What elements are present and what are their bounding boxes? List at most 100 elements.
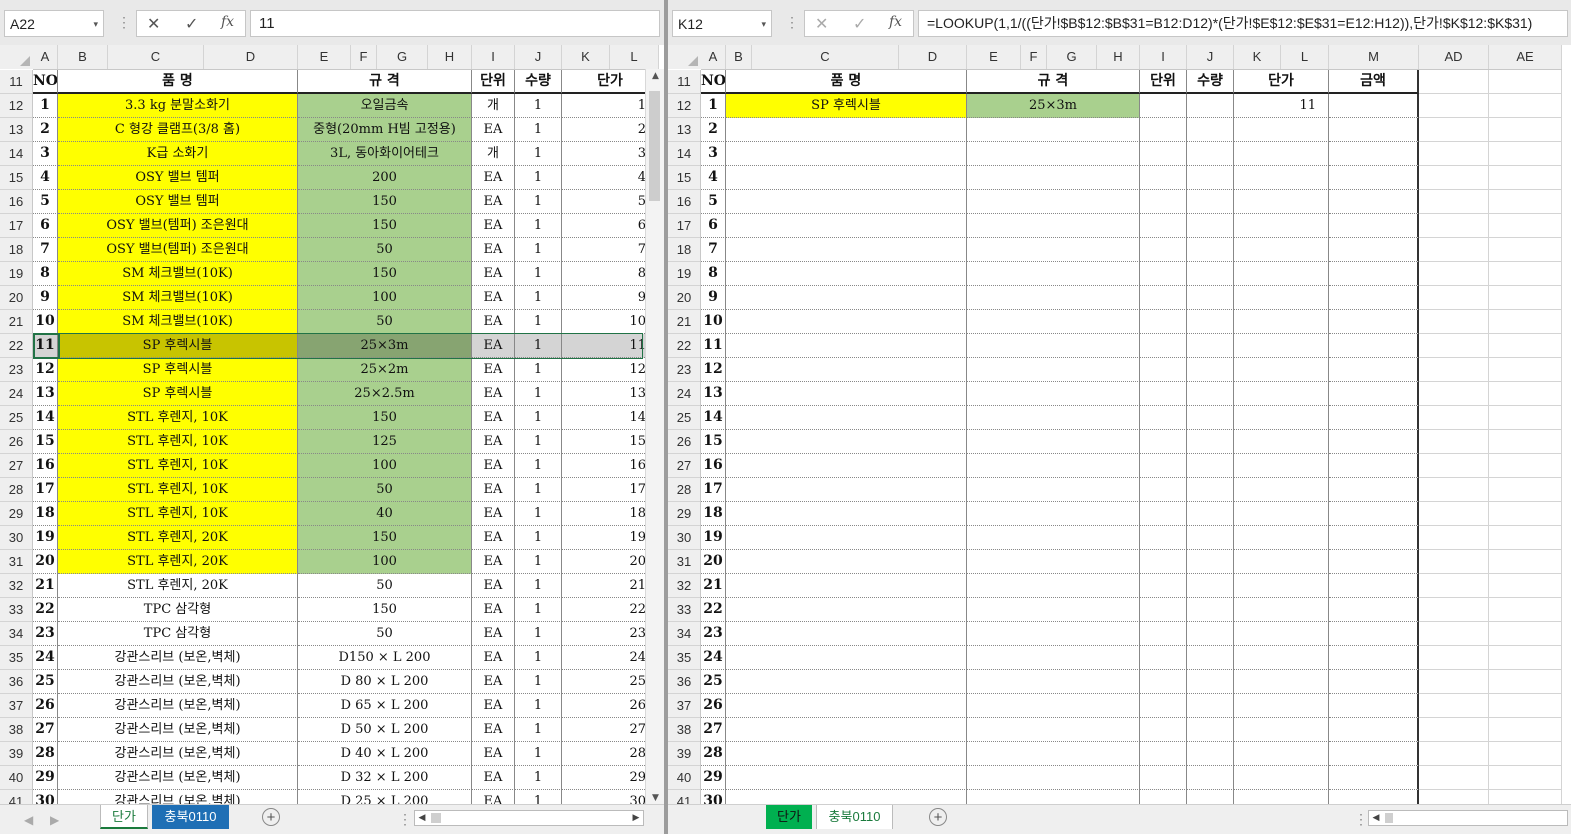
row-header[interactable]: 23 [668,358,701,382]
row-header[interactable]: 34 [668,622,701,646]
empty-cell[interactable] [1419,382,1489,406]
empty-cell[interactable] [1419,166,1489,190]
no-cell[interactable]: 2 [701,118,726,142]
unit-cell[interactable] [1140,718,1187,742]
empty-cell[interactable] [1419,622,1489,646]
qty-cell[interactable]: 1 [515,550,562,574]
name-cell[interactable]: STL 후렌지, 10K [58,478,298,502]
amount-cell[interactable] [1329,550,1419,574]
empty-cell[interactable] [1419,310,1489,334]
unit-cell[interactable]: 개 [472,142,515,166]
unit-cell[interactable]: EA [472,454,515,478]
price-cell[interactable] [1234,526,1329,550]
empty-cell[interactable] [1419,214,1489,238]
no-cell[interactable]: 16 [33,454,58,478]
price-cell[interactable] [1234,502,1329,526]
tab-next-icon[interactable]: ▶ [50,813,59,827]
empty-cell[interactable] [1489,574,1562,598]
price-cell[interactable] [1234,310,1329,334]
empty-cell[interactable] [1489,694,1562,718]
empty-cell[interactable] [1489,502,1562,526]
unit-cell[interactable]: EA [472,358,515,382]
name-cell[interactable]: SP 후렉시블 [58,334,298,358]
name-cell[interactable] [726,382,967,406]
unit-cell[interactable]: EA [472,550,515,574]
qty-cell[interactable]: 1 [515,670,562,694]
price-cell[interactable] [1234,382,1329,406]
price-cell[interactable] [1234,454,1329,478]
unit-cell[interactable]: EA [472,286,515,310]
spec-cell[interactable] [967,142,1140,166]
spec-cell[interactable]: 25×2.5m [298,382,472,406]
name-cell[interactable] [726,358,967,382]
no-cell[interactable]: 14 [701,406,726,430]
column-header[interactable]: I [1140,45,1187,69]
spec-cell[interactable]: 규 격 [298,70,472,94]
qty-cell[interactable] [1187,622,1234,646]
name-cell[interactable]: 3.3 kg 분말소화기 [58,94,298,118]
unit-cell[interactable] [1140,742,1187,766]
name-cell[interactable] [726,262,967,286]
chevron-down-icon[interactable]: ▾ [761,11,766,38]
spec-cell[interactable]: D 50 × L 200 [298,718,472,742]
price-cell[interactable] [1234,646,1329,670]
qty-cell[interactable] [1187,406,1234,430]
qty-cell[interactable] [1187,718,1234,742]
scroll-up-icon[interactable]: ▲ [646,69,664,83]
no-cell[interactable]: 16 [701,454,726,478]
spec-cell[interactable]: D 32 × L 200 [298,766,472,790]
no-cell[interactable]: 21 [701,574,726,598]
row-header[interactable]: 16 [668,190,701,214]
empty-cell[interactable] [1489,238,1562,262]
fx-icon[interactable]: fx [221,14,234,30]
name-cell[interactable]: 강관스리브 (보온,벽체) [58,694,298,718]
qty-cell[interactable] [1187,142,1234,166]
name-cell[interactable] [726,670,967,694]
empty-cell[interactable] [1489,358,1562,382]
spec-cell[interactable]: 125 [298,430,472,454]
no-cell[interactable]: 29 [701,766,726,790]
name-cell[interactable]: 품 명 [726,70,967,94]
price-cell[interactable] [1234,718,1329,742]
scroll-thumb[interactable] [649,91,660,201]
empty-cell[interactable] [1419,334,1489,358]
unit-cell[interactable] [1140,190,1187,214]
qty-cell[interactable]: 1 [515,334,562,358]
no-cell[interactable]: 29 [33,766,58,790]
name-cell[interactable]: STL 후렌지, 20K [58,574,298,598]
row-header[interactable]: 22 [668,334,701,358]
spec-cell[interactable] [967,118,1140,142]
row-header[interactable]: 31 [0,550,33,574]
no-cell[interactable]: 23 [701,622,726,646]
amount-cell[interactable] [1329,478,1419,502]
sheet-tab-danga[interactable]: 단가 [100,805,148,829]
amount-cell[interactable] [1329,94,1419,118]
amount-cell[interactable] [1329,118,1419,142]
price-cell[interactable] [1234,766,1329,790]
unit-cell[interactable]: 단위 [472,70,515,94]
no-cell[interactable]: 14 [33,406,58,430]
qty-cell[interactable]: 1 [515,358,562,382]
enter-icon[interactable]: ✓ [853,14,866,34]
enter-icon[interactable]: ✓ [185,14,198,34]
scroll-left-icon[interactable]: ◀ [1369,811,1383,825]
amount-cell[interactable] [1329,142,1419,166]
no-cell[interactable]: 9 [701,286,726,310]
qty-cell[interactable] [1187,766,1234,790]
column-header[interactable]: K [1234,45,1281,69]
qty-cell[interactable]: 1 [515,190,562,214]
name-cell[interactable] [726,622,967,646]
qty-cell[interactable] [1187,118,1234,142]
qty-cell[interactable] [1187,190,1234,214]
amount-cell[interactable] [1329,454,1419,478]
column-header[interactable]: H [1097,45,1140,69]
row-header[interactable]: 15 [668,166,701,190]
price-cell[interactable]: 단가 [1234,70,1329,94]
name-box[interactable]: K12 ▾ [672,10,772,37]
empty-cell[interactable] [1489,166,1562,190]
empty-cell[interactable] [1489,766,1562,790]
unit-cell[interactable]: EA [472,478,515,502]
row-header[interactable]: 12 [0,94,33,118]
empty-cell[interactable] [1419,454,1489,478]
row-header[interactable]: 30 [668,526,701,550]
